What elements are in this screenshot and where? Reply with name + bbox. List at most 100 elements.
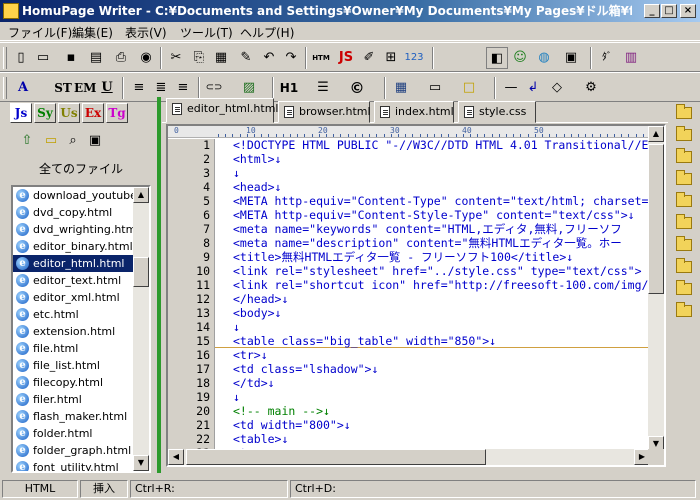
file-list-item[interactable]: e file.html bbox=[13, 340, 135, 357]
tab-js[interactable]: Js bbox=[10, 103, 32, 123]
folder-icon[interactable] bbox=[676, 170, 692, 185]
globe-icon[interactable]: ◍ bbox=[533, 47, 555, 69]
file-list[interactable]: e font_utility.html e folder_graph.html e fol… bbox=[11, 185, 151, 473]
menu-tools[interactable]: ツール(T) bbox=[180, 24, 233, 41]
editor-vscrollbar[interactable]: ▲ ▼ bbox=[648, 126, 664, 452]
scroll-down-button[interactable]: ▼ bbox=[133, 455, 149, 471]
split-view-icon[interactable]: ◧ bbox=[486, 47, 508, 69]
preview-icon[interactable]: ◉ bbox=[135, 47, 157, 69]
br-icon[interactable]: ↲ bbox=[522, 77, 544, 99]
code-editor[interactable]: 0 10 20 30 40 50 1 2 3 4 5 6 7 8 9 10 11 12 13 14 15 16 17 18 1… bbox=[166, 124, 666, 467]
up-arrow-icon[interactable]: ⇧ bbox=[18, 133, 36, 149]
folder-icon[interactable] bbox=[676, 214, 692, 229]
menu-edit[interactable]: 編集(E) bbox=[72, 24, 113, 41]
folder-search-icon[interactable]: ⌕ bbox=[64, 133, 82, 149]
window-icon[interactable]: ▣ bbox=[560, 47, 582, 69]
note-icon[interactable]: ✐ bbox=[358, 47, 380, 69]
folder-icon[interactable] bbox=[676, 192, 692, 207]
code-text[interactable]: <!DOCTYPE HTML PUBLIC "-//W3C//DTD HTML … bbox=[214, 139, 650, 451]
save-icon[interactable]: ▪ bbox=[60, 47, 82, 69]
tab-style-css[interactable]: style.css bbox=[458, 101, 536, 123]
grid-icon[interactable]: ⊞ bbox=[380, 47, 402, 69]
file-list-item[interactable]: e filer.html bbox=[13, 391, 135, 408]
print-icon[interactable]: ⎙ bbox=[110, 47, 132, 69]
emphasis-icon[interactable]: EM bbox=[74, 77, 96, 99]
folder-icon[interactable]: ▭ bbox=[42, 133, 60, 149]
file-list-item[interactable]: e editor_text.html bbox=[13, 272, 135, 289]
file-list-item[interactable]: e flash_maker.html bbox=[13, 408, 135, 425]
folder-icon[interactable] bbox=[676, 104, 692, 119]
tool-icon[interactable]: ▥ bbox=[620, 47, 642, 69]
file-list-item[interactable]: e editor_xml.html bbox=[13, 289, 135, 306]
undo-icon[interactable]: ↶ bbox=[258, 47, 280, 69]
box-icon[interactable]: □ bbox=[458, 77, 480, 99]
table-icon[interactable]: ▦ bbox=[390, 77, 412, 99]
tab-ex[interactable]: Ex bbox=[82, 103, 104, 123]
tab-index-html[interactable]: index.html bbox=[374, 101, 454, 123]
align-center-icon[interactable]: ≣ bbox=[150, 77, 172, 99]
panel-splitter[interactable] bbox=[157, 97, 161, 473]
editor-scroll-up-button[interactable]: ▲ bbox=[648, 126, 664, 142]
file-list-item[interactable]: e download_youtube.h bbox=[13, 187, 135, 204]
tab-us[interactable]: Us bbox=[58, 103, 80, 123]
html-icon[interactable]: HTM bbox=[310, 47, 332, 69]
toolbar-grip[interactable] bbox=[3, 77, 7, 99]
file-list-item[interactable]: e dvd_copy.html bbox=[13, 204, 135, 221]
comment-icon[interactable]: ◇ bbox=[546, 77, 568, 99]
folder-icon[interactable] bbox=[676, 302, 692, 317]
menu-view[interactable]: 表示(V) bbox=[125, 24, 167, 41]
scroll-up-button[interactable]: ▲ bbox=[133, 187, 149, 203]
link-icon[interactable]: ⊂⊃ bbox=[203, 77, 225, 99]
file-list-item[interactable]: e editor_binary.html bbox=[13, 238, 135, 255]
align-left-icon[interactable]: ≡ bbox=[128, 77, 150, 99]
copy-icon[interactable]: ⎘ bbox=[188, 47, 210, 69]
file-list-item[interactable]: e folder_graph.html bbox=[13, 442, 135, 459]
new-file-icon[interactable]: ▯ bbox=[10, 47, 32, 69]
folder-icon[interactable] bbox=[676, 280, 692, 295]
file-list-item[interactable]: e dvd_wrighting.html bbox=[13, 221, 135, 238]
convert-icon[interactable]: ﾀﾞ bbox=[596, 47, 618, 69]
editor-scroll-thumb[interactable] bbox=[648, 144, 664, 294]
tab-browser-html[interactable]: browser.html bbox=[278, 101, 371, 123]
javascript-icon[interactable]: JS bbox=[335, 47, 357, 69]
tab-editor-html[interactable]: editor_html.html bbox=[166, 98, 278, 123]
underline-icon[interactable]: U bbox=[96, 77, 118, 99]
tag-tool-icon[interactable]: ⚙ bbox=[580, 77, 602, 99]
special-char-icon[interactable]: © bbox=[346, 77, 368, 99]
folder-icon[interactable] bbox=[676, 126, 692, 141]
toolbar-grip[interactable] bbox=[3, 47, 7, 69]
redo-icon[interactable]: ↷ bbox=[280, 47, 302, 69]
hr-icon[interactable]: — bbox=[500, 77, 522, 99]
minimize-button[interactable]: _ bbox=[644, 4, 660, 18]
file-list-item[interactable]: e editor_html.html bbox=[13, 255, 135, 272]
maximize-button[interactable]: □ bbox=[661, 4, 677, 18]
list-icon[interactable]: ☰ bbox=[312, 77, 334, 99]
folder-icon[interactable] bbox=[676, 258, 692, 273]
file-list-item[interactable]: e filecopy.html bbox=[13, 374, 135, 391]
add-folder-icon[interactable]: ▣ bbox=[86, 133, 104, 149]
folder-icon[interactable] bbox=[676, 236, 692, 251]
folder-icon[interactable] bbox=[676, 148, 692, 163]
tab-sy[interactable]: Sy bbox=[34, 103, 56, 123]
file-list-item[interactable]: e folder.html bbox=[13, 425, 135, 442]
open-folder-icon[interactable]: ▭ bbox=[32, 47, 54, 69]
numbering-icon[interactable]: 123 bbox=[403, 47, 425, 69]
scroll-thumb[interactable] bbox=[133, 257, 149, 287]
form-icon[interactable]: ▭ bbox=[424, 77, 446, 99]
menu-help[interactable]: ヘルプ(H) bbox=[240, 24, 294, 41]
align-right-icon[interactable]: ≡ bbox=[172, 77, 194, 99]
strong-icon[interactable]: ST bbox=[52, 77, 74, 99]
font-color-icon[interactable]: A bbox=[12, 77, 34, 99]
edit-icon[interactable]: ✎ bbox=[235, 47, 257, 69]
close-button[interactable]: × bbox=[680, 4, 696, 18]
file-list-item[interactable]: e file_list.html bbox=[13, 357, 135, 374]
editor-hscroll-thumb[interactable] bbox=[186, 449, 486, 465]
file-list-item[interactable]: e extension.html bbox=[13, 323, 135, 340]
paste-icon[interactable]: ▦ bbox=[210, 47, 232, 69]
heading-icon[interactable]: H1 bbox=[278, 77, 300, 99]
tab-tg[interactable]: Tg bbox=[106, 103, 128, 123]
editor-hscrollbar[interactable]: ◀ ▶ bbox=[168, 449, 650, 465]
menu-file[interactable]: ファイル(F) bbox=[8, 24, 72, 41]
image-icon[interactable]: ▨ bbox=[238, 77, 260, 99]
cut-icon[interactable]: ✂ bbox=[165, 47, 187, 69]
